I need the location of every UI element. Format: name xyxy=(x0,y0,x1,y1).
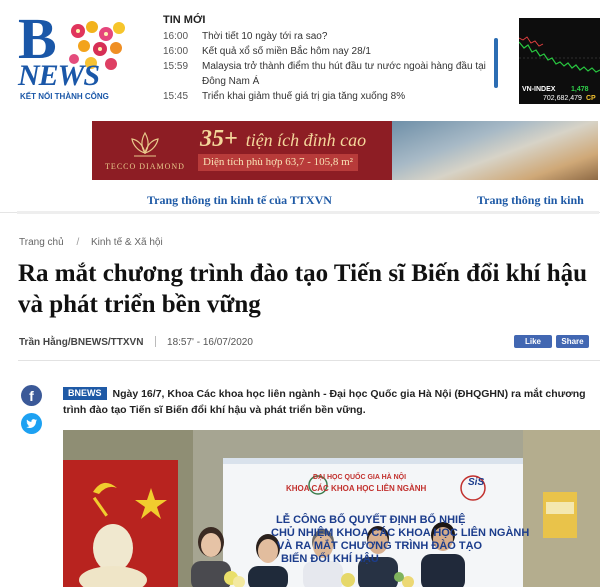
photo-banner-line3: VÀ RA MẮT CHƯƠNG TRÌNH ĐÀO TẠO xyxy=(277,540,483,552)
breadcrumb: Trang chủ / Kinh tế & Xã hội xyxy=(19,237,163,248)
logo-wordmark: NEWS xyxy=(18,59,100,92)
photo-banner-university: ĐẠI HỌC QUỐC GIA HÀ NỘI xyxy=(313,474,407,481)
article-datetime: 18:57' - 16/07/2020 xyxy=(167,337,253,348)
ad-brand-name: TECCO DIAMOND xyxy=(105,162,185,171)
lotus-icon xyxy=(131,131,159,157)
market-volume: 702,682,479 xyxy=(543,95,582,102)
article-photo[interactable]: ĐẠI HỌC QUỐC GIA HÀ NỘI KHOA CÁC KHOA HỌ… xyxy=(63,430,600,587)
latest-news-panel: TIN MỚI 16:00 Thời tiết 10 ngày tới ra s… xyxy=(163,13,493,105)
photo-banner-line2: CHỦ NHIỆM KHOA CÁC KHOA HỌC LIÊN NGÀNH xyxy=(271,527,530,539)
article-title: Ra mắt chương trình đào tạo Tiến sĩ Biến… xyxy=(18,260,588,318)
sapo-text: Ngày 16/7, Khoa Các khoa học liên ngành … xyxy=(63,388,586,416)
news-headline[interactable]: Thời tiết 10 ngày tới ra sao? xyxy=(202,29,493,44)
facebook-share-label: Share xyxy=(561,337,584,346)
ad-banner[interactable]: TECCO DIAMOND 35+ tiện ích đỉnh cao Diện… xyxy=(92,121,598,180)
photo-banner-school: KHOA CÁC KHOA HỌC LIÊN NGÀNH xyxy=(286,484,427,493)
sapo-source-tag: BNEWS xyxy=(63,387,107,400)
article-sapo: BNEWS Ngày 16/7, Khoa Các khoa học liên n… xyxy=(63,386,593,418)
breadcrumb-home[interactable]: Trang chủ xyxy=(19,237,64,248)
twitter-share-icon[interactable] xyxy=(21,413,42,434)
market-index-name: VN-INDEX xyxy=(522,86,556,93)
news-headline[interactable]: Malaysia trở thành điểm thu hút đầu tư n… xyxy=(202,59,493,89)
news-item[interactable]: 16:00 Kết quả xổ số miền Bắc hôm nay 28/… xyxy=(163,44,493,59)
twitter-bird-icon xyxy=(26,419,37,428)
meta-divider-line xyxy=(18,360,600,361)
ad-subline: Diện tích phù hợp 63,7 - 105,8 m² xyxy=(198,154,358,171)
photo-banner-line1: LỄ CÔNG BỐ QUYẾT ĐỊNH BỔ NHIỆ xyxy=(276,514,466,526)
ad-headline-number: 35+ xyxy=(200,126,238,152)
latest-news-scrollbar[interactable] xyxy=(494,38,498,88)
news-item[interactable]: 15:45 Triển khai giảm thuế giá trị gia t… xyxy=(163,89,493,104)
latest-news-title: TIN MỚI xyxy=(163,14,206,26)
nav-link-ttxvn-secondary[interactable]: Trang thông tin kinh xyxy=(477,193,584,208)
facebook-share-button[interactable]: Share xyxy=(556,335,589,348)
news-item[interactable]: 16:00 Thời tiết 10 ngày tới ra sao? xyxy=(163,29,493,44)
logo-slogan: KẾT NỐI THÀNH CÔNG xyxy=(20,92,109,101)
nav-underline xyxy=(17,211,599,214)
ad-headline: 35+ tiện ích đỉnh cao xyxy=(200,126,366,153)
photo-banner-line4: BIẾN ĐỔI KHÍ HẬU xyxy=(281,553,379,565)
ad-brand-logo: TECCO DIAMOND xyxy=(104,129,186,173)
news-headline[interactable]: Triển khai giảm thuế giá trị gia tăng xu… xyxy=(202,89,493,104)
news-headline[interactable]: Kết quả xổ số miền Bắc hôm nay 28/1 xyxy=(202,44,493,59)
facebook-like-label: Like xyxy=(524,337,541,346)
site-nav: Trang thông tin kinh tế của TTXVN Trang … xyxy=(0,188,600,214)
news-time: 16:00 xyxy=(163,31,189,42)
photo-sis-logo: SiS xyxy=(468,477,485,488)
news-time: 16:00 xyxy=(163,46,189,57)
breadcrumb-category[interactable]: Kinh tế & Xã hội xyxy=(91,237,163,248)
facebook-share-icon[interactable]: f xyxy=(21,385,42,406)
market-widget[interactable]: VN-INDEX 1,478 702,682,479 CP xyxy=(519,18,600,104)
article-meta: Trần Hằng/BNEWS/TTXVN 18:57' - 16/07/202… xyxy=(19,336,253,348)
site-logo[interactable]: B NEWS KẾT NỐI THÀNH CÔNG xyxy=(18,10,130,101)
news-time: 15:45 xyxy=(163,91,189,102)
facebook-like-button[interactable]: Like xyxy=(514,335,552,348)
ad-photo xyxy=(392,121,598,180)
breadcrumb-separator: / xyxy=(76,237,80,248)
meta-divider xyxy=(155,336,157,347)
news-item[interactable]: 15:59 Malaysia trở thành điểm thu hút đầ… xyxy=(163,59,493,89)
market-cp-label: CP xyxy=(586,95,596,102)
article-author: Trần Hằng/BNEWS/TTXVN xyxy=(19,337,144,348)
ad-headline-text: tiện ích đỉnh cao xyxy=(245,130,367,150)
nav-link-ttxvn[interactable]: Trang thông tin kinh tế của TTXVN xyxy=(147,193,332,208)
market-chart-icon xyxy=(519,36,600,73)
market-index-value: 1,478 xyxy=(571,86,589,93)
news-time: 15:59 xyxy=(163,61,189,72)
